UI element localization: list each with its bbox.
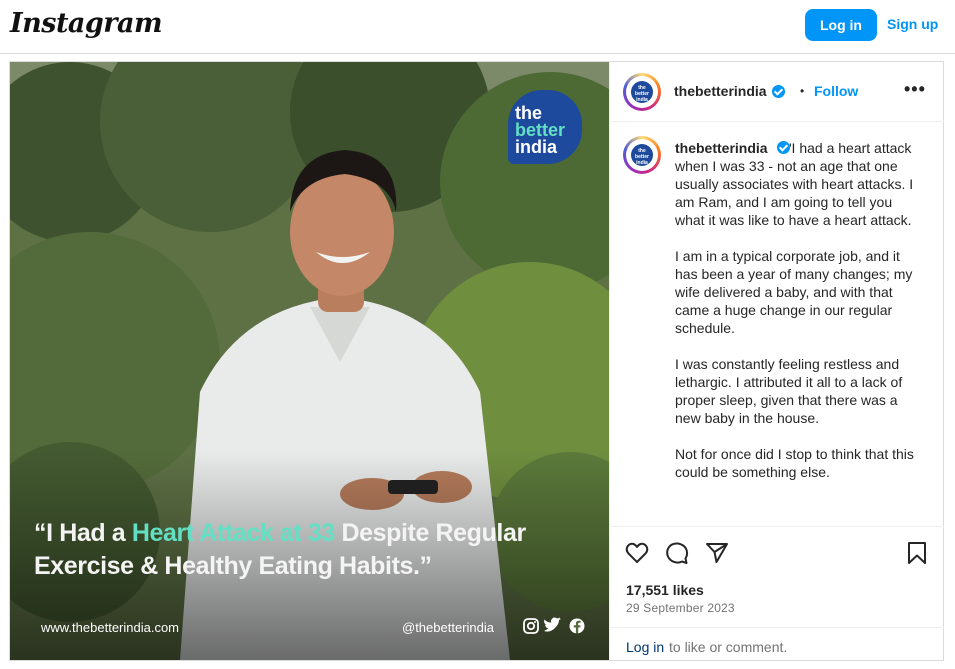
caption-paragraph: thebetterindia "I had a heart attack when… [675,139,920,229]
post-side-panel: the better india thebetterindia • Follow •… [609,62,944,660]
headline-highlight: Heart Attack at 33 [131,519,335,547]
like-heart-icon[interactable] [624,540,650,566]
more-options-icon[interactable]: ••• [904,79,926,100]
twitter-icon [544,617,561,632]
action-bar [610,528,944,572]
post-header: the better india thebetterindia • Follow •… [610,62,944,122]
facebook-icon [569,618,585,634]
caption-paragraph-3: I was constantly feeling restless and le… [675,356,903,426]
top-bar: Instagram Log in Sign up [0,0,955,54]
caption-avatar-logo: the better india [631,144,653,166]
comment-prompt-text: to like or comment. [669,639,788,655]
caption-paragraph-2: I am in a typical corporate job, and it … [675,248,913,336]
caption-area[interactable]: the better india thebetterindia "I had a he… [610,123,944,527]
post-date[interactable]: 29 September 2023 [626,601,735,615]
image-headline: “I Had a Heart Attack at 33 Despite Regu… [34,517,594,583]
login-button[interactable]: Log in [805,9,877,41]
follow-button[interactable]: Follow [814,83,858,99]
share-icon[interactable] [704,540,730,566]
comment-bar: Log in to like or comment. [610,627,944,660]
post-username[interactable]: thebetterindia [674,83,767,99]
comment-icon[interactable] [664,540,690,566]
caption-avatar[interactable]: the better india [623,136,661,174]
logo-word-3: india [515,137,558,157]
signup-link[interactable]: Sign up [887,16,938,32]
avatar-logo: the better india [631,81,653,103]
image-website: www.thebetterindia.com [41,620,180,635]
instagram-logo[interactable]: Instagram [10,8,163,39]
separator-dot: • [800,84,805,98]
avatar-ring: the better india [626,76,658,108]
verified-badge-icon [772,85,785,98]
headline-open: “I Had a [34,519,132,547]
the-better-india-logo: the better india [508,90,582,164]
caption-username[interactable]: thebetterindia [675,140,768,156]
caption-avatar-ring: the better india [626,139,658,171]
instagram-icon [523,618,539,634]
caption-paragraph-4: Not for once did I stop to think that th… [675,446,914,480]
image-handle: @thebetterindia [402,620,494,635]
caption-text: thebetterindia "I had a heart attack when… [675,139,920,499]
likes-count[interactable]: 17,551 likes [626,582,704,598]
caption-verified-badge-icon [777,141,790,154]
avatar-word-3: india [636,97,648,103]
avatar[interactable]: the better india [623,73,661,111]
post-image[interactable]: the better india “I Had a Heart Attack a… [10,62,609,660]
social-icons [523,617,585,634]
bookmark-icon[interactable] [904,540,930,566]
comment-login-link[interactable]: Log in [626,639,664,655]
caption-avatar-word-3: india [636,160,648,166]
post-card: the better india “I Had a Heart Attack a… [9,61,944,661]
